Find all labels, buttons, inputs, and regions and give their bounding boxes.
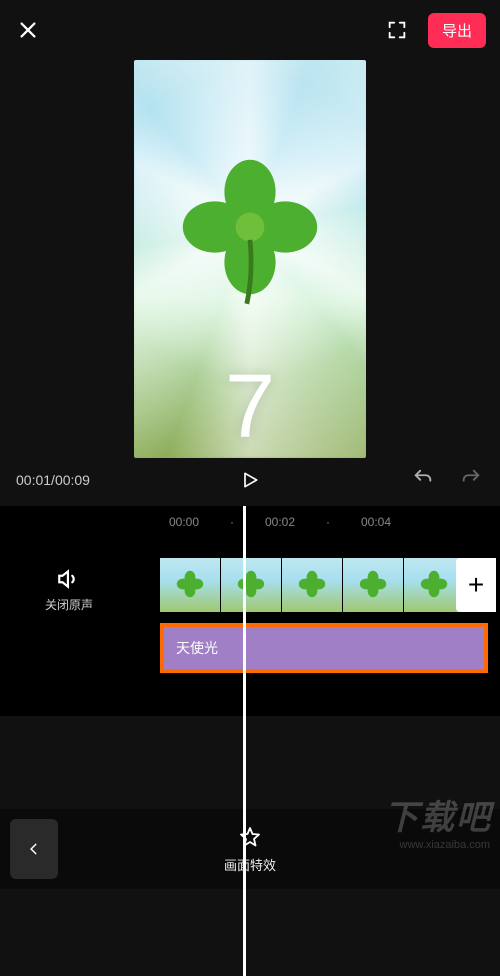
frame-thumb[interactable] bbox=[160, 558, 220, 612]
undo-redo-group bbox=[410, 467, 484, 494]
screen-effects-button[interactable]: 画面特效 bbox=[58, 825, 442, 874]
redo-icon[interactable] bbox=[458, 467, 484, 494]
fullscreen-icon[interactable] bbox=[384, 17, 410, 43]
frame-thumb[interactable] bbox=[221, 558, 281, 612]
overlay-number: 7 bbox=[225, 362, 275, 452]
frame-thumb[interactable] bbox=[343, 558, 403, 612]
player-bar: 00:01/00:09 bbox=[0, 460, 500, 506]
export-button[interactable]: 导出 bbox=[428, 13, 486, 48]
undo-icon[interactable] bbox=[410, 467, 436, 494]
current-time: 00:01 bbox=[16, 472, 51, 488]
video-preview[interactable]: 7 bbox=[134, 60, 366, 458]
playhead[interactable] bbox=[243, 506, 246, 976]
add-clip-button[interactable]: + bbox=[456, 558, 496, 612]
back-button[interactable] bbox=[10, 819, 58, 879]
clover-graphic bbox=[170, 147, 330, 307]
close-icon[interactable] bbox=[14, 16, 42, 44]
preview-area: 7 bbox=[0, 60, 500, 460]
ruler-tick: 00:04 bbox=[330, 515, 422, 529]
ruler-tick: 00:00 bbox=[138, 515, 230, 529]
audio-column: 关闭原声 bbox=[0, 566, 138, 613]
mute-label: 关闭原声 bbox=[0, 596, 138, 613]
star-icon bbox=[238, 825, 262, 849]
time-display: 00:01/00:09 bbox=[16, 472, 90, 488]
frame-thumb[interactable] bbox=[404, 558, 464, 612]
screen-effects-label: 画面特效 bbox=[224, 855, 276, 874]
time-ruler[interactable]: 00:00 · 00:02 · 00:04 bbox=[0, 506, 500, 536]
top-bar: 导出 bbox=[0, 0, 500, 60]
effect-track-highlight[interactable]: 天使光 bbox=[160, 623, 488, 673]
effect-clip[interactable]: 天使光 bbox=[164, 627, 484, 669]
mute-icon[interactable] bbox=[0, 566, 138, 592]
play-button[interactable] bbox=[90, 470, 410, 490]
ruler-tick: 00:02 bbox=[234, 515, 326, 529]
frame-thumb[interactable] bbox=[282, 558, 342, 612]
timeline[interactable]: 关闭原声 + 天使光 bbox=[0, 536, 500, 716]
effect-name: 天使光 bbox=[176, 638, 218, 658]
total-time: 00:09 bbox=[55, 472, 90, 488]
timeline-area: 00:00 · 00:02 · 00:04 关闭原声 + 天使光 bbox=[0, 506, 500, 716]
bottom-bar: 画面特效 bbox=[0, 809, 500, 889]
video-track[interactable] bbox=[160, 558, 465, 612]
top-right-controls: 导出 bbox=[384, 13, 486, 48]
